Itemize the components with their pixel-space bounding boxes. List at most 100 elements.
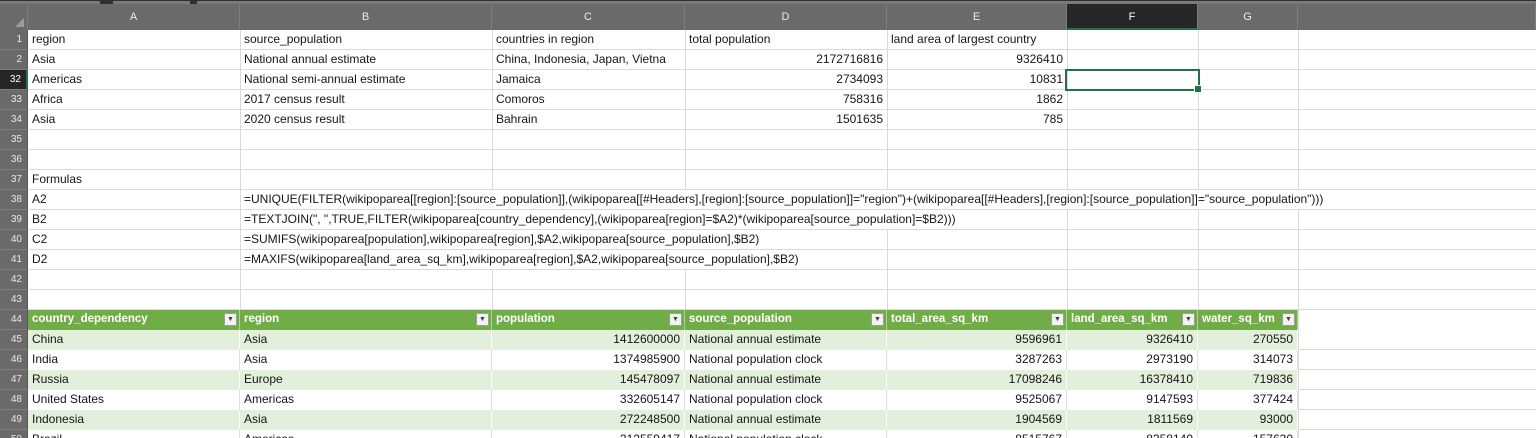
row-header[interactable]: 2 [0,50,28,70]
table-cell[interactable]: Brazil [28,430,240,438]
table-cell[interactable]: Americas [240,390,492,410]
cell-B39[interactable]: =TEXTJOIN(", ",TRUE,FILTER(wikipoparea[c… [241,210,959,229]
table-cell[interactable]: Europe [240,370,492,390]
cell-A1[interactable]: region [28,30,240,50]
filter-button[interactable]: ▼ [1282,313,1295,326]
table-cell[interactable]: 17098246 [887,370,1067,390]
row-header[interactable]: 48 [0,390,28,410]
table-cell[interactable]: India [28,350,240,370]
row-header[interactable]: 38 [0,190,28,210]
cell-D34[interactable]: 1501635 [685,110,887,130]
table-cell[interactable]: 719836 [1198,370,1298,390]
row-header[interactable]: 49 [0,410,28,430]
cell-B41[interactable]: =MAXIFS(wikipoparea[land_area_sq_km],wik… [241,250,802,269]
cell-B33[interactable]: 2017 census result [240,90,492,110]
table-header-cell[interactable]: region ▼ [240,310,492,330]
table-cell[interactable]: National population clock [685,430,887,438]
fill-handle[interactable] [1194,85,1202,93]
row-header[interactable]: 50 [0,430,28,438]
cell-B38[interactable]: =UNIQUE(FILTER(wikipoparea[[region]:[sou… [241,190,1327,209]
table-cell[interactable]: 314073 [1198,350,1298,370]
cell-C2[interactable]: China, Indonesia, Japan, Vietna [492,50,685,70]
cell-C32[interactable]: Jamaica [492,70,685,90]
row-header[interactable]: 47 [0,370,28,390]
row-header[interactable]: 40 [0,230,28,250]
cell-A37[interactable]: Formulas [28,170,240,190]
filter-button[interactable]: ▼ [669,313,682,326]
row-header[interactable]: 37 [0,170,28,190]
cell-B34[interactable]: 2020 census result [240,110,492,130]
cell-E1[interactable]: land area of largest country [887,30,1067,50]
cell-A2[interactable]: Asia [28,50,240,70]
table-cell[interactable]: United States [28,390,240,410]
row-header[interactable]: 41 [0,250,28,270]
row-header[interactable]: 32 [0,70,28,90]
cell-A32[interactable]: Americas [28,70,240,90]
table-cell[interactable]: 8515767 [887,430,1067,438]
cell-A38[interactable]: A2 [28,190,240,210]
table-cell[interactable]: Asia [240,350,492,370]
cell-C33[interactable]: Comoros [492,90,685,110]
table-cell[interactable]: National annual estimate [685,370,887,390]
table-cell[interactable]: Asia [240,410,492,430]
row-header[interactable]: 34 [0,110,28,130]
row-header[interactable]: 33 [0,90,28,110]
table-cell[interactable]: 16378410 [1067,370,1198,390]
cell-A34[interactable]: Asia [28,110,240,130]
cell-C1[interactable]: countries in region [492,30,685,50]
column-header-f[interactable]: F [1067,4,1198,30]
cell-B32[interactable]: National semi-annual estimate [240,70,492,90]
cell-D32[interactable]: 2734093 [685,70,887,90]
table-cell[interactable]: Americas [240,430,492,438]
table-header-cell[interactable]: population ▼ [492,310,685,330]
cell-A33[interactable]: Africa [28,90,240,110]
filter-button[interactable]: ▼ [1051,313,1064,326]
table-cell[interactable]: 3287263 [887,350,1067,370]
table-header-cell[interactable]: total_area_sq_km ▼ [887,310,1067,330]
table-cell[interactable]: 9596961 [887,330,1067,350]
table-cell[interactable]: 93000 [1198,410,1298,430]
table-cell[interactable]: National annual estimate [685,410,887,430]
table-cell[interactable]: Indonesia [28,410,240,430]
row-header[interactable]: 43 [0,290,28,310]
filter-button[interactable]: ▼ [476,313,489,326]
column-header-a[interactable]: A [28,4,240,30]
column-header-c[interactable]: C [492,4,685,30]
column-header-d[interactable]: D [685,4,887,30]
row-header[interactable]: 36 [0,150,28,170]
table-cell[interactable]: 145478097 [492,370,685,390]
table-cell[interactable]: 377424 [1198,390,1298,410]
row-header[interactable]: 45 [0,330,28,350]
table-cell[interactable]: 332605147 [492,390,685,410]
table-cell[interactable]: Asia [240,330,492,350]
table-cell[interactable]: 1811569 [1067,410,1198,430]
row-header[interactable]: 44 [0,310,28,330]
active-cell[interactable] [1065,69,1202,93]
table-cell[interactable]: 1412600000 [492,330,685,350]
table-cell[interactable]: National population clock [685,350,887,370]
filter-button[interactable]: ▼ [871,313,884,326]
cell-A41[interactable]: D2 [28,250,240,270]
cell-E34[interactable]: 785 [887,110,1067,130]
table-cell[interactable]: 1904569 [887,410,1067,430]
cell-A40[interactable]: C2 [28,230,240,250]
table-cell[interactable]: Russia [28,370,240,390]
cell-C34[interactable]: Bahrain [492,110,685,130]
table-cell[interactable]: 8358140 [1067,430,1198,438]
column-header-b[interactable]: B [240,4,492,30]
table-cell[interactable]: 212559417 [492,430,685,438]
column-header-e[interactable]: E [887,4,1067,30]
table-cell[interactable]: 270550 [1198,330,1298,350]
table-cell[interactable]: 9326410 [1067,330,1198,350]
row-header[interactable]: 1 [0,30,28,50]
row-header[interactable]: 39 [0,210,28,230]
table-cell[interactable]: China [28,330,240,350]
cell-B2[interactable]: National annual estimate [240,50,492,70]
cell-D1[interactable]: total population [685,30,887,50]
cell-B40[interactable]: =SUMIFS(wikipoparea[population],wikipopa… [241,230,763,249]
column-header-g[interactable]: G [1198,4,1298,30]
table-header-cell[interactable]: water_sq_km ▼ [1198,310,1298,330]
table-cell[interactable]: 157630 [1198,430,1298,438]
table-cell[interactable]: 9525067 [887,390,1067,410]
table-header-cell[interactable]: land_area_sq_km ▼ [1067,310,1198,330]
